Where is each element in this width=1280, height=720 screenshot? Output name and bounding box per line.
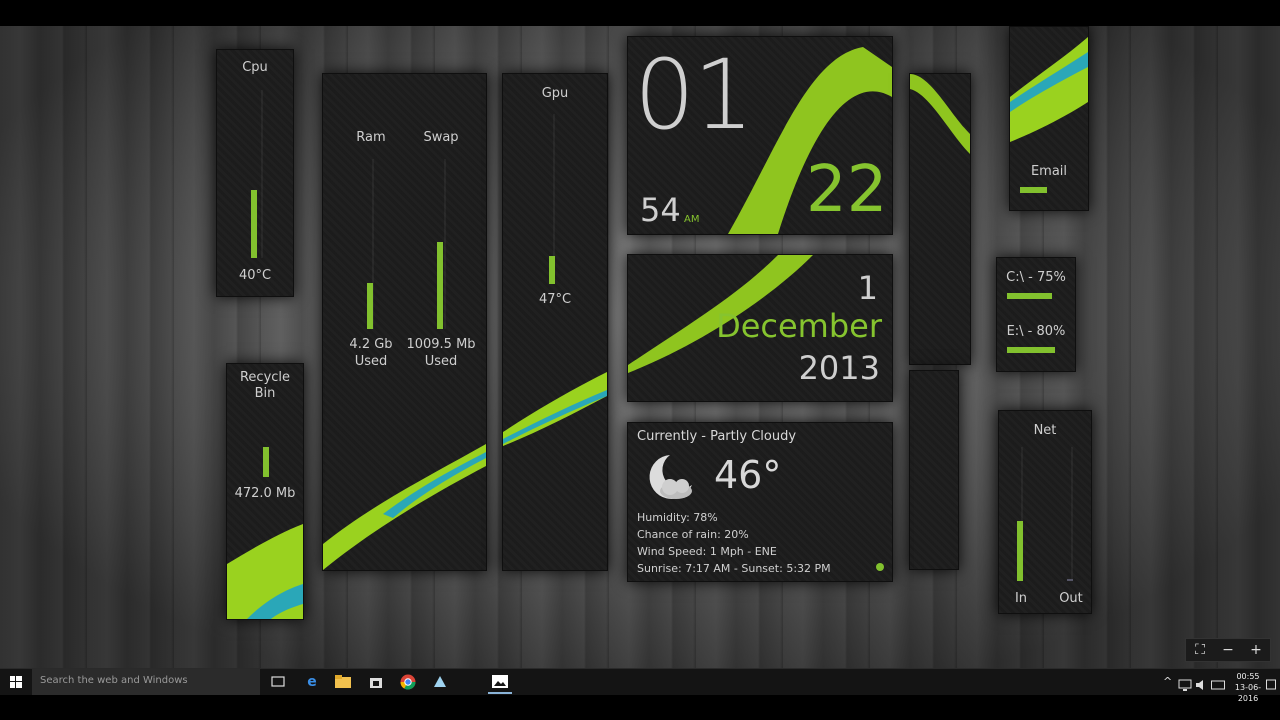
cpu-title: Cpu [242,60,268,75]
volume-icon[interactable] [1195,676,1207,695]
app-pinned-icon[interactable] [430,672,450,692]
start-button[interactable] [0,669,32,695]
partly-cloudy-night-icon [649,455,692,499]
net-title: Net [1033,423,1057,438]
chrome-icon[interactable] [398,672,418,692]
drive-c-bar [1007,293,1052,299]
net-out-bar [1067,579,1073,581]
weather-heading: Currently - Partly Cloudy [637,429,797,444]
notification-icon[interactable] [1266,676,1276,695]
date-day: 1 [857,269,878,307]
email-bar [1020,187,1047,193]
drive-c-label: C:\ - 75% [1006,270,1066,285]
green-swoosh-art [323,444,486,570]
weather-humidity: Humidity: 78% [637,511,718,524]
task-view-icon[interactable] [268,672,288,692]
clock-time: 00:55 [1236,672,1260,681]
file-explorer-icon[interactable] [333,672,353,692]
windows-logo-icon [10,676,22,688]
net-in-label: In [1014,591,1028,606]
green-swoosh-art [503,372,607,446]
net-widget: Net In Out [998,410,1092,614]
clock-widget: 01 22 54 AM [627,36,893,235]
date-year: 2013 [798,349,880,387]
email-widget[interactable]: Email [1009,26,1089,211]
fit-to-screen-button[interactable]: ⛶ [1186,639,1214,661]
search-box[interactable]: Search the web and Windows [32,669,260,695]
weather-sun: Sunrise: 7:17 AM - Sunset: 5:32 PM [637,562,831,575]
clock-minute: 22 [806,153,888,227]
clock-hour: 01 [634,39,754,151]
network-icon[interactable] [1178,676,1192,695]
date-widget: 1 December 2013 [627,254,893,402]
date-month: December [716,307,882,345]
decor-strip-lower [909,370,959,570]
net-in-bar [1017,521,1023,581]
cpu-temp: 40°C [238,268,272,283]
net-out-label: Out [1059,591,1083,606]
zoom-out-button[interactable]: − [1214,639,1242,661]
green-swoosh-art [227,524,303,619]
gpu-widget: Gpu 47°C [502,73,608,571]
weather-wind: Wind Speed: 1 Mph - ENE [637,545,777,558]
zoom-in-button[interactable]: + [1242,639,1270,661]
weather-rain: Chance of rain: 20% [637,528,749,541]
weather-status-dot [876,563,884,571]
cpu-widget: Cpu 40°C [216,49,294,297]
drive-e-label: E:\ - 80% [1006,324,1066,339]
weather-widget: Currently - Partly Cloudy 46° Humidity: … [627,422,893,582]
zoom-controls: ⛶ − + [1185,638,1271,662]
decor-strip [909,73,971,365]
recycle-bin-widget[interactable]: Recycle Bin 472.0 Mb [226,363,304,620]
photos-app-icon[interactable] [488,672,512,694]
memory-widget: Ram Swap 4.2 Gb Used 1009.5 Mb Used [322,73,487,571]
cpu-bar [251,190,257,258]
tray-expand-icon[interactable]: ^ [1163,675,1172,688]
search-placeholder: Search the web and Windows [40,675,188,686]
green-swoosh-art [910,74,970,154]
drive-e-bar [1007,347,1055,353]
clock-seconds: 54 [640,191,681,229]
email-title: Email [1030,164,1068,179]
store-icon[interactable] [366,672,386,692]
clock-date: 13-06-2016 [1234,683,1262,703]
green-swoosh-art [1010,37,1088,142]
keyboard-icon[interactable] [1211,676,1225,695]
taskbar-clock[interactable]: 00:55 13-06-2016 [1226,671,1270,704]
edge-browser-icon[interactable]: e [302,672,322,692]
taskbar: Search the web and Windows e ^ 00:55 13-… [0,668,1280,703]
weather-temperature: 46° [714,453,782,497]
drives-widget: C:\ - 75% E:\ - 80% [996,257,1076,372]
clock-ampm: AM [684,214,700,225]
